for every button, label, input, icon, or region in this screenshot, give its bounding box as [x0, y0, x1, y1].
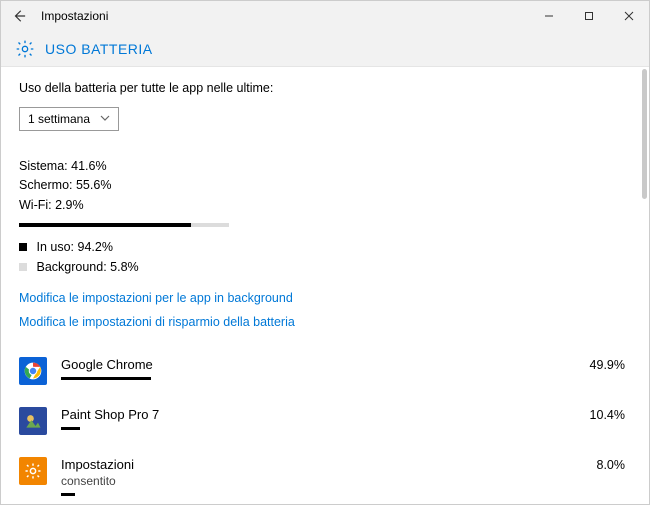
app-row[interactable]: Impostazioni8.0% consentito	[19, 451, 631, 504]
app-list: Google Chrome49.9% Paint Shop Pro 710.4% I…	[19, 351, 631, 504]
link-battery-saver-settings[interactable]: Modifica le impostazioni di risparmio de…	[19, 315, 631, 329]
content-area: Uso della batteria per tutte le app nell…	[1, 67, 649, 504]
minimize-icon	[544, 11, 554, 21]
system-stats: Sistema: 41.6% Schermo: 55.6% Wi-Fi: 2.9…	[19, 157, 631, 215]
legend: In uso: 94.2% Background: 5.8%	[19, 237, 631, 277]
overall-usage-bar	[19, 223, 229, 227]
maximize-button[interactable]	[569, 1, 609, 31]
titlebar: Impostazioni	[1, 1, 649, 31]
close-icon	[624, 11, 634, 21]
app-body: Paint Shop Pro 710.4%	[61, 407, 631, 430]
close-button[interactable]	[609, 1, 649, 31]
app-usage-bar	[61, 377, 151, 380]
link-bg-app-settings[interactable]: Modifica le impostazioni per le app in b…	[19, 291, 631, 305]
back-arrow-icon	[12, 9, 26, 23]
period-selected: 1 settimana	[28, 112, 90, 126]
stat-screen: Schermo: 55.6%	[19, 176, 631, 195]
app-row[interactable]: Google Chrome49.9%	[19, 351, 631, 401]
period-dropdown[interactable]: 1 settimana	[19, 107, 119, 131]
app-subtext: consentito	[61, 474, 631, 488]
app-body: Impostazioni8.0% consentito	[61, 457, 631, 496]
stat-wifi: Wi-Fi: 2.9%	[19, 196, 631, 215]
page-header: USO BATTERIA	[1, 31, 649, 67]
app-usage-bar	[61, 427, 80, 430]
app-name: Impostazioni	[61, 457, 561, 472]
app-usage-bar	[61, 493, 75, 496]
scrollbar-thumb[interactable]	[642, 69, 647, 199]
legend-background: Background: 5.8%	[19, 257, 631, 277]
chevron-down-icon	[100, 112, 110, 126]
settings-icon	[19, 457, 47, 485]
legend-inuse: In uso: 94.2%	[19, 237, 631, 257]
app-percent: 49.9%	[561, 358, 631, 372]
overall-usage-bar-fill	[19, 223, 191, 227]
app-percent: 8.0%	[561, 458, 631, 472]
app-row[interactable]: Paint Shop Pro 710.4%	[19, 401, 631, 451]
intro-text: Uso della batteria per tutte le app nell…	[19, 81, 631, 95]
page-title: USO BATTERIA	[45, 41, 153, 57]
app-percent: 10.4%	[561, 408, 631, 422]
legend-background-swatch	[19, 263, 27, 271]
minimize-button[interactable]	[529, 1, 569, 31]
app-name: Paint Shop Pro 7	[61, 407, 561, 422]
window-controls	[529, 1, 649, 31]
legend-inuse-swatch	[19, 243, 27, 251]
chrome-icon	[19, 357, 47, 385]
stat-system: Sistema: 41.6%	[19, 157, 631, 176]
app-name: Google Chrome	[61, 357, 561, 372]
maximize-icon	[584, 11, 594, 21]
window-title: Impostazioni	[41, 9, 108, 23]
psp-icon	[19, 407, 47, 435]
back-button[interactable]	[9, 6, 29, 26]
gear-icon	[15, 39, 35, 59]
app-body: Google Chrome49.9%	[61, 357, 631, 380]
